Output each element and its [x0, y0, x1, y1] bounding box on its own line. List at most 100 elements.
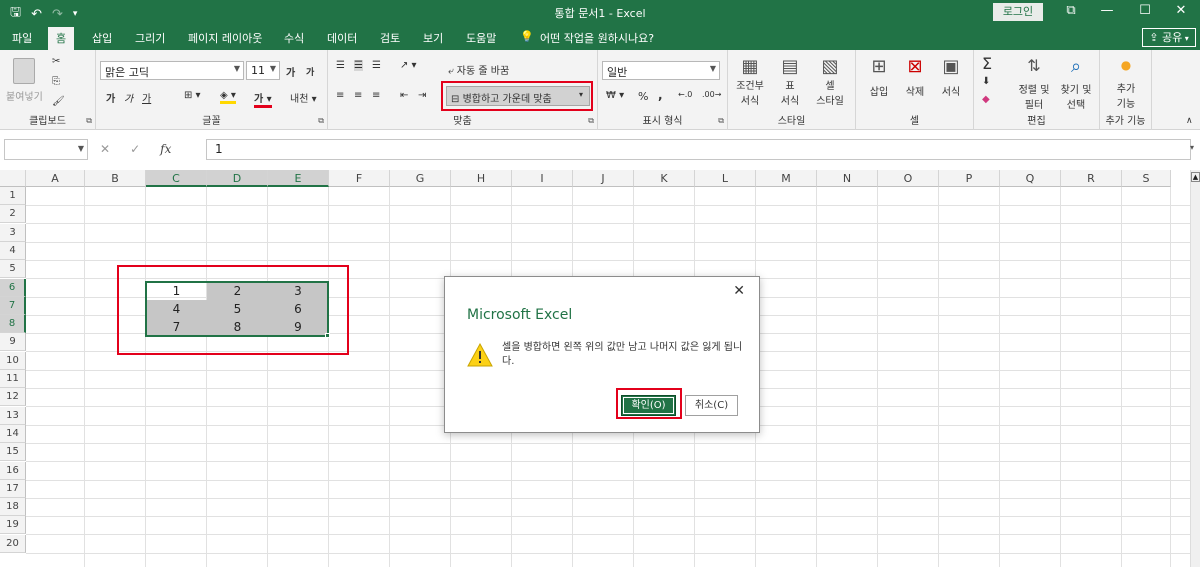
column-header-H[interactable]: H	[451, 170, 512, 187]
increase-decimal-icon[interactable]: ←.0	[678, 90, 692, 99]
row-header-7[interactable]: 7	[0, 296, 26, 315]
row-header-11[interactable]: 11	[0, 370, 26, 388]
tell-me-search[interactable]: 어떤 작업을 원하시나요?	[540, 30, 654, 46]
row-header-14[interactable]: 14	[0, 424, 26, 443]
row-header-9[interactable]: 9	[0, 333, 26, 352]
column-header-G[interactable]: G	[390, 170, 451, 187]
autosum-icon[interactable]: Σ	[982, 54, 992, 73]
column-header-I[interactable]: I	[512, 170, 573, 187]
column-header-F[interactable]: F	[329, 170, 390, 187]
row-header-2[interactable]: 2	[0, 205, 26, 224]
column-header-P[interactable]: P	[939, 170, 1000, 187]
tab-draw[interactable]: 그리기	[135, 30, 165, 46]
column-header-E[interactable]: E	[268, 170, 329, 187]
tab-help[interactable]: 도움말	[466, 30, 496, 46]
vertical-scrollbar[interactable]: ▲	[1190, 170, 1200, 567]
expand-formula-icon[interactable]: ▾	[1190, 143, 1194, 152]
tab-page-layout[interactable]: 페이지 레이아웃	[188, 30, 262, 46]
column-header-C[interactable]: C	[146, 170, 207, 187]
align-right-icon[interactable]: ≡	[372, 90, 380, 101]
font-name-select[interactable]: 맑은 고딕 ▼	[100, 61, 244, 80]
copy-icon[interactable]: ⎘	[52, 76, 60, 87]
share-button[interactable]: ⇪ 공유 ▾	[1142, 28, 1196, 47]
cancel-button[interactable]: 취소(C)	[685, 395, 738, 416]
row-header-6[interactable]: 6	[0, 278, 26, 297]
ribbon-display-icon[interactable]: ⧉	[1056, 3, 1086, 18]
align-left-icon[interactable]: ≡	[336, 90, 344, 101]
select-all-corner[interactable]	[0, 170, 26, 187]
login-button[interactable]: 로그인	[993, 3, 1043, 21]
close-icon[interactable]: ✕	[733, 283, 745, 299]
addins-button[interactable]: ● 추가 기능	[1108, 58, 1144, 110]
column-header-L[interactable]: L	[695, 170, 756, 187]
row-header-8[interactable]: 8	[0, 315, 26, 334]
format-painter-icon[interactable]: 🖌	[52, 96, 65, 107]
row-header-10[interactable]: 10	[0, 351, 26, 370]
tab-review[interactable]: 검토	[380, 30, 400, 46]
paste-button[interactable]: 붙여넣기	[6, 58, 43, 103]
row-header-20[interactable]: 20	[0, 534, 26, 553]
delete-cells-button[interactable]: ⊠ 삭제	[900, 56, 930, 98]
maximize-icon[interactable]: ☐	[1130, 3, 1160, 18]
currency-icon[interactable]: ₩ ▾	[606, 90, 624, 101]
orientation-icon[interactable]: ↗ ▾	[400, 60, 417, 71]
top-align-icon[interactable]: ☰	[336, 60, 345, 71]
format-as-table-button[interactable]: ▤ 표 서식	[772, 56, 808, 107]
column-header-K[interactable]: K	[634, 170, 695, 187]
column-header-S[interactable]: S	[1122, 170, 1171, 187]
number-launcher-icon[interactable]: ⧉	[718, 116, 724, 126]
tab-data[interactable]: 데이터	[327, 30, 357, 46]
font-launcher-icon[interactable]: ⧉	[318, 116, 324, 126]
cut-icon[interactable]: ✂	[52, 56, 60, 67]
align-center-icon[interactable]: ≡	[354, 90, 362, 101]
tab-view[interactable]: 보기	[423, 30, 443, 46]
insert-cells-button[interactable]: ⊞ 삽입	[864, 56, 894, 98]
column-header-N[interactable]: N	[817, 170, 878, 187]
row-header-19[interactable]: 19	[0, 516, 26, 535]
tab-insert[interactable]: 삽입	[92, 30, 112, 46]
conditional-formatting-button[interactable]: ▦ 조건부 서식	[732, 56, 768, 107]
collapse-ribbon-icon[interactable]: ∧	[1186, 116, 1193, 126]
font-size-select[interactable]: 11 ▼	[246, 61, 280, 80]
bold-button[interactable]: 가	[106, 90, 115, 105]
wrap-text-button[interactable]: ⤶ 자동 줄 바꿈	[448, 62, 509, 77]
confirm-entry-icon[interactable]: ✓	[130, 142, 140, 156]
row-header-4[interactable]: 4	[0, 241, 26, 260]
column-header-A[interactable]: A	[26, 170, 85, 187]
middle-align-icon[interactable]: ☰	[354, 60, 363, 71]
close-window-icon[interactable]: ✕	[1166, 3, 1196, 18]
row-header-5[interactable]: 5	[0, 260, 26, 279]
tab-file[interactable]: 파일	[12, 30, 32, 46]
row-header-18[interactable]: 18	[0, 498, 26, 517]
borders-icon[interactable]: ⊞ ▾	[184, 90, 201, 101]
decrease-indent-icon[interactable]: ⇤	[400, 90, 408, 101]
cell-styles-button[interactable]: ▧ 셀 스타일	[810, 56, 850, 107]
underline-button[interactable]: 가	[142, 90, 151, 105]
comma-button[interactable]: ,	[658, 88, 663, 102]
sort-filter-button[interactable]: ⇅ 정렬 및 필터	[1016, 56, 1052, 111]
row-header-13[interactable]: 13	[0, 406, 26, 425]
number-format-select[interactable]: 일반 ▼	[602, 61, 720, 80]
shrink-font-button[interactable]: 가	[306, 65, 314, 78]
fill-color-icon[interactable]: ◈ ▾	[220, 90, 236, 104]
phonetic-icon[interactable]: 내천 ▾	[290, 90, 317, 105]
row-header-3[interactable]: 3	[0, 223, 26, 242]
name-box[interactable]: ▼	[4, 139, 88, 160]
font-color-icon[interactable]: 가 ▾	[254, 90, 272, 108]
tab-formulas[interactable]: 수식	[284, 30, 304, 46]
formula-input[interactable]: 1	[206, 139, 1191, 160]
fill-icon[interactable]: ⬇	[982, 76, 990, 87]
decrease-decimal-icon[interactable]: .00→	[702, 90, 721, 99]
row-header-15[interactable]: 15	[0, 443, 26, 462]
column-header-O[interactable]: O	[878, 170, 939, 187]
row-header-16[interactable]: 16	[0, 461, 26, 480]
column-header-D[interactable]: D	[207, 170, 268, 187]
grow-font-button[interactable]: 가	[286, 64, 295, 79]
cancel-entry-icon[interactable]: ✕	[100, 142, 110, 156]
row-header-17[interactable]: 17	[0, 479, 26, 498]
increase-indent-icon[interactable]: ⇥	[418, 90, 426, 101]
column-header-R[interactable]: R	[1061, 170, 1122, 187]
italic-button[interactable]: 가	[124, 90, 133, 105]
bottom-align-icon[interactable]: ☰	[372, 60, 381, 71]
column-header-Q[interactable]: Q	[1000, 170, 1061, 187]
